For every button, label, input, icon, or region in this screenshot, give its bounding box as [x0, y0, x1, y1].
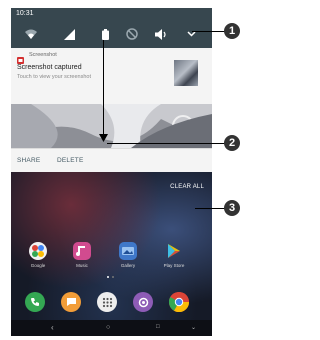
status-time: 10:31	[16, 10, 34, 17]
phone-icon[interactable]	[25, 292, 45, 312]
screenshot-preview-image[interactable]	[11, 104, 212, 148]
swipe-arrow-head	[99, 134, 108, 142]
play-store-icon[interactable]	[165, 242, 183, 260]
screenshot-app-icon	[17, 51, 24, 64]
screenshot-notification[interactable]: Screenshot Screenshot captured Touch to …	[11, 48, 212, 104]
callout-line-2	[107, 143, 225, 144]
music-icon[interactable]	[73, 242, 91, 260]
home-screen: CLEAR ALL Google Music Gallery Play Stor…	[11, 172, 212, 336]
phone-screen: 10:31 Screenshot Screenshot captured Tou…	[11, 8, 212, 336]
app-label-google: Google	[30, 263, 46, 268]
callout-line-1	[192, 31, 226, 32]
navigation-bar: ‹ ○ □ ⌄	[11, 320, 212, 336]
mobile-signal-icon[interactable]	[61, 26, 77, 42]
callout-line-3	[195, 208, 225, 209]
notification-app-name: Screenshot	[29, 52, 57, 58]
chevron-down-icon[interactable]: ⌄	[191, 324, 196, 331]
volume-icon[interactable]	[153, 26, 169, 42]
delete-button[interactable]: DELETE	[57, 157, 84, 164]
home-icon[interactable]: ○	[106, 324, 110, 331]
quick-settings-bar	[11, 20, 212, 48]
callout-3: 3	[224, 200, 240, 216]
app-drawer-icon[interactable]	[97, 292, 117, 312]
battery-icon[interactable]	[97, 26, 113, 42]
google-folder-icon[interactable]	[29, 242, 47, 260]
notification-title: Screenshot captured	[17, 64, 82, 71]
camera-icon[interactable]	[133, 292, 153, 312]
app-label-play-store: Play Store	[163, 263, 185, 268]
do-not-disturb-off-icon[interactable]	[124, 26, 140, 42]
back-icon[interactable]: ‹	[51, 323, 54, 332]
notification-subtitle: Touch to view your screenshot	[17, 74, 91, 80]
page-indicator-dot	[112, 276, 114, 278]
share-button[interactable]: SHARE	[17, 157, 40, 164]
app-label-gallery: Gallery	[120, 263, 136, 268]
app-label-music: Music	[76, 263, 88, 268]
gallery-icon[interactable]	[119, 242, 137, 260]
callout-1: 1	[224, 23, 240, 39]
notification-actions: SHARE DELETE	[11, 148, 212, 173]
recents-icon[interactable]: □	[156, 324, 160, 330]
screenshot-thumbnail	[174, 60, 198, 86]
chrome-icon[interactable]	[169, 292, 189, 312]
swipe-arrow-line	[103, 40, 104, 140]
status-bar: 10:31	[11, 8, 212, 20]
messages-icon[interactable]	[61, 292, 81, 312]
page-indicator-dot	[107, 276, 109, 278]
chevron-down-icon[interactable]	[183, 26, 199, 42]
callout-2: 2	[224, 135, 240, 151]
clear-all-button[interactable]: CLEAR ALL	[170, 184, 204, 190]
wifi-icon[interactable]	[23, 26, 39, 42]
